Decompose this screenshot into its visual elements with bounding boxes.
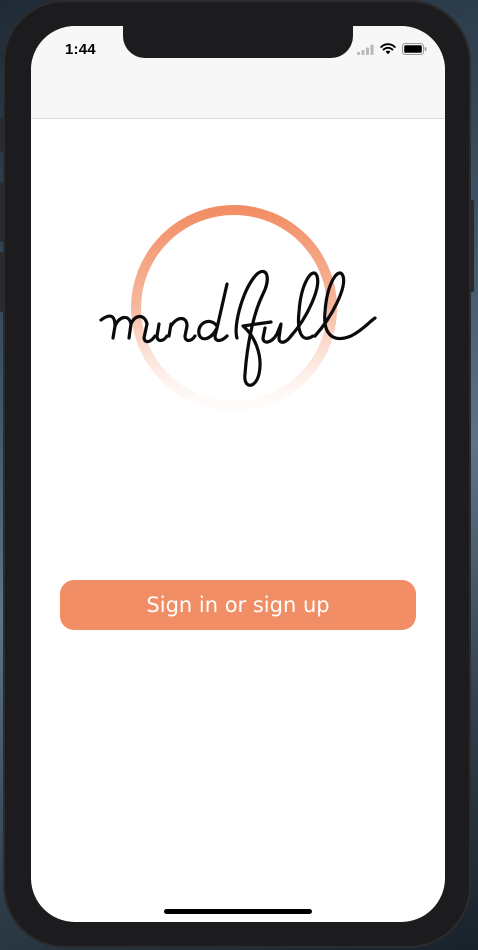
device-notch (123, 26, 353, 58)
status-time: 1:44 (65, 41, 96, 58)
signin-signup-button[interactable]: Sign in or sign up (60, 580, 416, 630)
volume-up-button (0, 182, 4, 242)
signal-icon (357, 44, 374, 55)
status-icons (357, 43, 427, 55)
logo-script (99, 269, 377, 387)
wifi-icon (380, 43, 396, 55)
mute-switch (0, 118, 4, 152)
app-screen: 1:44 Sign in or sign up (31, 26, 445, 922)
logo-ring (131, 205, 337, 411)
volume-down-button (0, 252, 4, 312)
battery-icon (402, 43, 427, 55)
mindfull-logo: mindfull (31, 26, 445, 922)
power-button (470, 200, 474, 292)
home-indicator (164, 909, 312, 914)
